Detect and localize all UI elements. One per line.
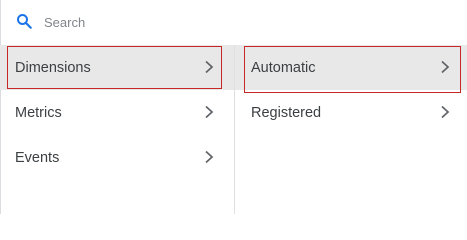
- menu-item-registered[interactable]: Registered: [235, 90, 467, 135]
- menu-item-label: Events: [15, 149, 60, 166]
- menu-item-automatic[interactable]: Automatic: [235, 45, 467, 90]
- menu-item-label: Automatic: [251, 59, 316, 76]
- menu-item-events[interactable]: Events: [0, 135, 234, 180]
- search-input[interactable]: [44, 12, 424, 32]
- chevron-right-icon: [205, 105, 214, 119]
- chevron-right-icon: [441, 105, 450, 119]
- menu-item-label: Dimensions: [15, 59, 91, 76]
- menu-item-label: Metrics: [15, 104, 62, 121]
- menu-column-categories: Dimensions Metrics Events: [0, 45, 234, 180]
- menu-item-metrics[interactable]: Metrics: [0, 90, 234, 135]
- search-bar: [0, 0, 467, 44]
- menu-item-label: Registered: [251, 104, 322, 121]
- menu-column-subcategories: Automatic Registered: [235, 45, 467, 135]
- chevron-right-icon: [441, 60, 450, 74]
- chevron-right-icon: [205, 150, 214, 164]
- field-picker-menu: Dimensions Metrics Events Automatic R: [0, 0, 467, 214]
- chevron-right-icon: [205, 60, 214, 74]
- menu-item-dimensions[interactable]: Dimensions: [0, 45, 234, 90]
- search-icon: [17, 14, 32, 29]
